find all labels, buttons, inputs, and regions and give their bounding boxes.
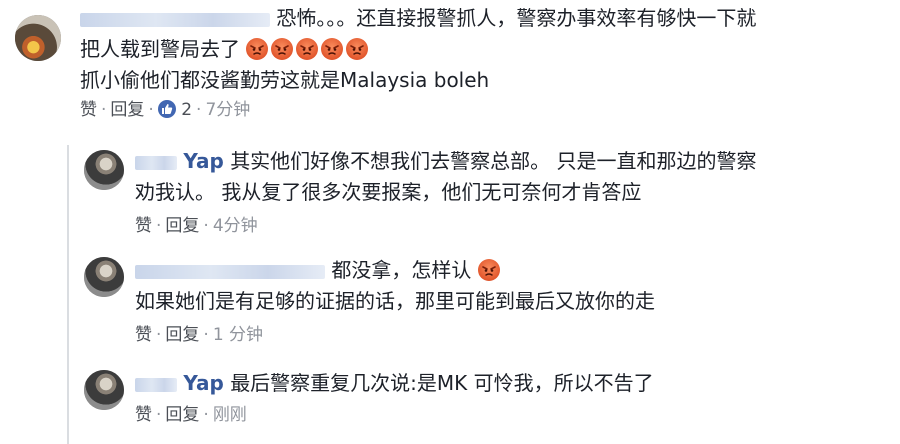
comment-text-line-2: 把人载到警局去了 (80, 37, 240, 61)
like-count[interactable]: 2 (181, 100, 192, 120)
reply-button[interactable]: 回复 (165, 325, 199, 345)
like-button[interactable]: 赞 (80, 100, 97, 120)
avatar[interactable] (84, 370, 124, 410)
timestamp[interactable]: 1 分钟 (213, 325, 263, 345)
comment-actions: 赞 · 回复 · 4分钟 (135, 216, 258, 236)
reply-button[interactable]: 回复 (165, 216, 199, 236)
nested-reply-line (67, 255, 69, 355)
comment-0: 恐怖。。。还直接报警抓人，警察办事效率有够快一下就 把人载到警局去了 抓小偷他们… (80, 3, 756, 122)
timestamp[interactable]: 7分钟 (205, 100, 250, 120)
like-button[interactable]: 赞 (135, 405, 152, 425)
avatar[interactable] (15, 15, 61, 61)
angry-face-icon (346, 38, 369, 60)
reply-button[interactable]: 回复 (165, 405, 199, 425)
comment-thread: 恐怖。。。还直接报警抓人，警察办事效率有够快一下就 把人载到警局去了 抓小偷他们… (0, 0, 900, 444)
author-name[interactable]: Yap (183, 149, 223, 173)
blurred-author-name[interactable] (135, 264, 325, 279)
avatar[interactable] (84, 257, 124, 297)
angry-face-icon (246, 38, 269, 60)
angry-face-icon (477, 259, 500, 281)
reaction-emoji-group (246, 37, 371, 61)
comment-text-line-1: 恐怖。。。还直接报警抓人，警察办事效率有够快一下就 (276, 6, 757, 30)
comment-text-line-2: 如果她们是有足够的证据的话，那里可能到最后又放你的走 (135, 289, 655, 313)
blurred-author-prefix[interactable] (135, 377, 177, 392)
author-name[interactable]: Yap (183, 371, 223, 395)
reply-button[interactable]: 回复 (110, 100, 144, 120)
angry-face-icon (296, 38, 319, 60)
timestamp[interactable]: 4分钟 (213, 216, 258, 236)
comment-2: 都没拿，怎样认 如果她们是有足够的证据的话，那里可能到最后又放你的走 赞 · 回复 ·… (135, 255, 655, 347)
angry-face-icon (321, 38, 344, 60)
like-button[interactable]: 赞 (135, 325, 152, 345)
comment-text-line-3: 抓小偷他们都没酱勤劳这就是Malaysia boleh (80, 68, 490, 92)
blurred-author-name[interactable] (80, 12, 270, 27)
comment-body: 恐怖。。。还直接报警抓人，警察办事效率有够快一下就 (80, 3, 756, 34)
angry-face-icon (271, 38, 294, 60)
comment-text-line-2: 劝我认。 我从复了很多次要报案，他们无可奈何才肯答应 (135, 180, 642, 204)
like-button[interactable]: 赞 (135, 216, 152, 236)
comment-actions: 赞 · 回复 · 2 · 7分钟 (80, 100, 251, 120)
thumbs-up-icon[interactable] (157, 100, 176, 118)
timestamp[interactable]: 刚刚 (213, 405, 247, 425)
avatar[interactable] (84, 150, 124, 190)
comment-text-line-1: 其实他们好像不想我们去警察总部。 只是一直和那边的警察 (230, 149, 757, 173)
comment-1: Yap 其实他们好像不想我们去警察总部。 只是一直和那边的警察 劝我认。 我从复… (135, 146, 757, 238)
blurred-author-prefix[interactable] (135, 155, 177, 170)
comment-actions: 赞 · 回复 · 1 分钟 (135, 325, 264, 345)
comment-actions: 赞 · 回复 · 刚刚 (135, 405, 247, 425)
comment-text-line-1: 最后警察重复几次说:是MK 可怜我，所以不告了 (230, 371, 654, 395)
comment-3: Yap 最后警察重复几次说:是MK 可怜我，所以不告了 赞 · 回复 · 刚刚 (135, 368, 654, 427)
comment-text-line-1: 都没拿，怎样认 (331, 258, 472, 282)
